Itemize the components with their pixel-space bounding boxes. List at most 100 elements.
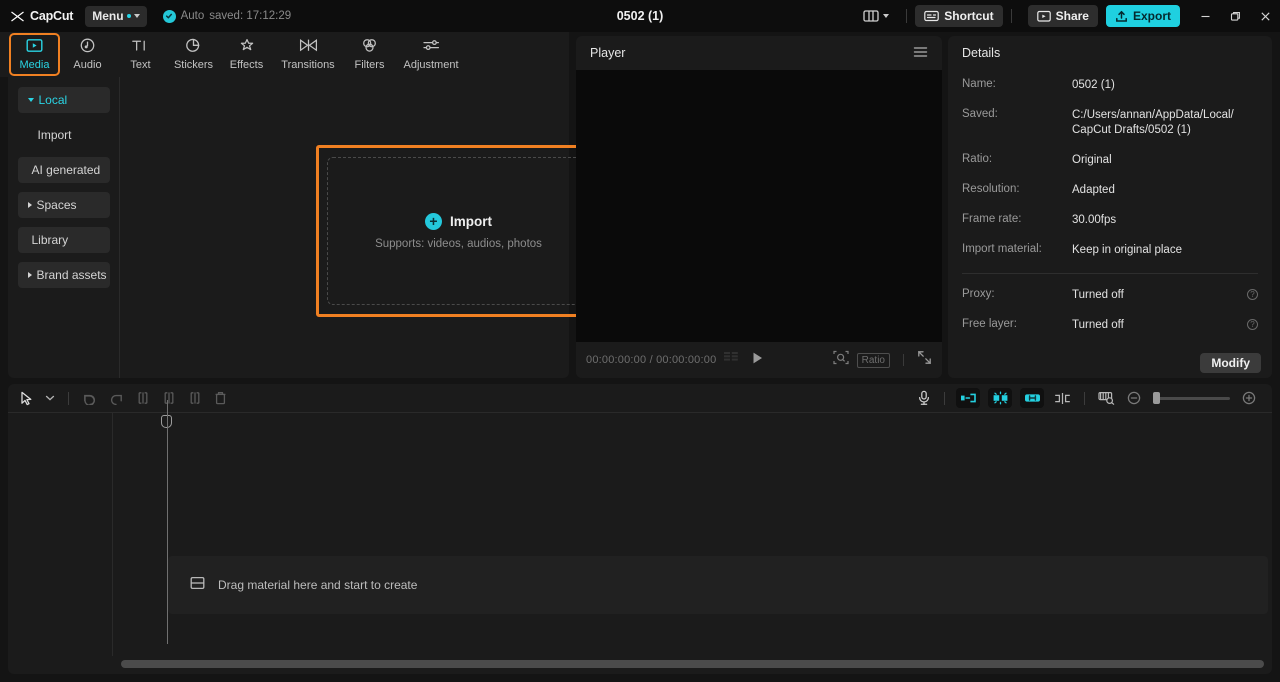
- sidebar-item-label: Library: [31, 233, 69, 247]
- zoom-slider[interactable]: [1153, 392, 1230, 404]
- share-button[interactable]: Share: [1027, 5, 1098, 27]
- plus-circle-icon: +: [425, 212, 442, 230]
- detail-value: Adapted: [1072, 184, 1115, 196]
- redo-icon[interactable]: [103, 391, 130, 405]
- fullscreen-icon[interactable]: [917, 350, 932, 370]
- tab-media[interactable]: Media: [8, 32, 61, 77]
- microphone-record-icon[interactable]: [911, 390, 937, 406]
- empty-track-label: Drag material here and start to create: [218, 578, 418, 592]
- detail-key: Saved:: [962, 108, 998, 120]
- details-panel: Details Name: 0502 (1) Saved: C:/Users/a…: [948, 36, 1272, 378]
- details-footer: Modify: [948, 348, 1272, 378]
- shortcut-button[interactable]: Shortcut: [915, 5, 1003, 27]
- menu-notification-dot: [126, 14, 131, 18]
- export-button[interactable]: Export: [1105, 5, 1180, 27]
- sidebar-item-label: Local: [38, 93, 68, 107]
- modify-button[interactable]: Modify: [1200, 353, 1261, 373]
- close-button[interactable]: [1250, 0, 1280, 32]
- autosave-prefix: Auto: [180, 10, 205, 22]
- minimize-button[interactable]: [1190, 0, 1220, 32]
- adjustment-sliders-icon: [422, 38, 441, 56]
- zoom-out-icon[interactable]: [1121, 391, 1147, 405]
- detail-key: Resolution:: [962, 183, 1020, 195]
- sidebar-item-local[interactable]: Local: [17, 87, 110, 113]
- autosave-status: Auto saved: 17:12:29: [162, 9, 291, 23]
- share-label: Share: [1055, 9, 1089, 23]
- tab-filters[interactable]: Filters: [343, 32, 396, 77]
- scrollbar-thumb[interactable]: [121, 660, 1264, 668]
- timeline-horizontal-scrollbar[interactable]: [16, 660, 1264, 668]
- player-video-stage[interactable]: [576, 70, 942, 342]
- divider: [1010, 9, 1012, 23]
- tab-text[interactable]: Text: [114, 32, 167, 77]
- player-panel: Player 00:00:00:00 / 00:00:00:00 Ratio: [576, 36, 942, 378]
- detail-row-name: Name: 0502 (1): [962, 78, 1258, 93]
- zoom-slider-handle[interactable]: [1153, 392, 1160, 404]
- chevron-down-icon[interactable]: [39, 394, 61, 402]
- mirror-split-icon[interactable]: [1048, 392, 1077, 405]
- detail-key: Free layer:: [962, 318, 1017, 330]
- detail-value: Keep in original place: [1072, 244, 1182, 256]
- chevron-down-icon: [133, 14, 140, 18]
- detail-key: Name:: [962, 78, 996, 90]
- detail-value: 30.00fps: [1072, 214, 1117, 226]
- effects-sparkle-icon: [238, 38, 256, 56]
- chevron-right-icon: [27, 202, 32, 208]
- frame-grid-icon[interactable]: [724, 351, 739, 369]
- tab-label: Transitions: [281, 59, 335, 71]
- tab-adjustment[interactable]: Adjustment: [396, 32, 466, 77]
- media-sidebar: Local Import AI generated Spaces Library…: [8, 77, 120, 378]
- magnet-snap-icon[interactable]: [988, 388, 1012, 408]
- divider: [906, 9, 908, 23]
- tab-stickers[interactable]: Stickers: [167, 32, 220, 77]
- detail-value: 0502 (1): [1072, 79, 1115, 91]
- cursor-arrow-icon[interactable]: [18, 391, 39, 406]
- import-action[interactable]: + Import: [425, 212, 492, 230]
- title-bar: CapCut Menu Auto saved: 17:12:29 0502 (1…: [0, 0, 1280, 32]
- sidebar-item-spaces[interactable]: Spaces: [17, 192, 110, 218]
- zoom-in-icon[interactable]: [1236, 391, 1262, 405]
- ratio-button[interactable]: Ratio: [856, 352, 890, 368]
- timeline-tracks[interactable]: Drag material here and start to create: [8, 431, 1272, 674]
- sidebar-item-ai-generated[interactable]: AI generated: [17, 157, 110, 183]
- trim-right-icon[interactable]: [182, 391, 208, 405]
- link-clips-icon[interactable]: [1020, 388, 1044, 408]
- split-clip-icon[interactable]: [130, 391, 156, 405]
- auto-snap-icon[interactable]: [956, 388, 980, 408]
- detail-row-free-layer: Free layer: Turned off ?: [962, 318, 1258, 333]
- play-icon[interactable]: [751, 351, 764, 370]
- sidebar-item-import[interactable]: Import: [18, 122, 110, 148]
- details-body: Name: 0502 (1) Saved: C:/Users/annan/App…: [948, 70, 1272, 348]
- media-content-area: + Import Supports: videos, audios, photo…: [120, 77, 601, 378]
- timeline-preview-icon[interactable]: [1092, 391, 1121, 405]
- tab-effects[interactable]: Effects: [220, 32, 273, 77]
- sidebar-item-brand-assets[interactable]: Brand assets: [17, 262, 110, 288]
- detail-row-import-material: Import material: Keep in original place: [962, 243, 1258, 258]
- add-track-icon: [190, 576, 205, 595]
- timeline-ruler[interactable]: [8, 413, 1272, 431]
- detail-key: Import material:: [962, 243, 1042, 255]
- trash-delete-icon[interactable]: [208, 391, 233, 405]
- tab-label: Adjustment: [403, 59, 459, 71]
- zoom-fit-icon[interactable]: [833, 350, 849, 370]
- help-circle-icon[interactable]: ?: [1247, 289, 1258, 300]
- layout-panels-icon: [863, 9, 879, 23]
- help-circle-icon[interactable]: ?: [1247, 319, 1258, 330]
- detail-row-saved: Saved: C:/Users/annan/AppData/Local/ Cap…: [962, 108, 1258, 138]
- import-dropzone[interactable]: + Import Supports: videos, audios, photo…: [327, 157, 590, 305]
- maximize-button[interactable]: [1220, 0, 1250, 32]
- empty-track-dropzone[interactable]: Drag material here and start to create: [168, 556, 1268, 614]
- menu-button[interactable]: Menu: [85, 5, 147, 27]
- app-logo: CapCut: [10, 9, 73, 23]
- sidebar-item-label: Brand assets: [36, 268, 107, 282]
- layout-button[interactable]: [858, 6, 894, 26]
- detail-row-resolution: Resolution: Adapted: [962, 183, 1258, 198]
- detail-key: Proxy:: [962, 288, 995, 300]
- trim-left-icon[interactable]: [156, 391, 182, 405]
- tab-transitions[interactable]: Transitions: [273, 32, 343, 77]
- details-header: Details: [948, 36, 1272, 70]
- sidebar-item-library[interactable]: Library: [17, 227, 110, 253]
- undo-icon[interactable]: [76, 391, 103, 405]
- hamburger-menu-icon[interactable]: [913, 46, 928, 61]
- tab-audio[interactable]: Audio: [61, 32, 114, 77]
